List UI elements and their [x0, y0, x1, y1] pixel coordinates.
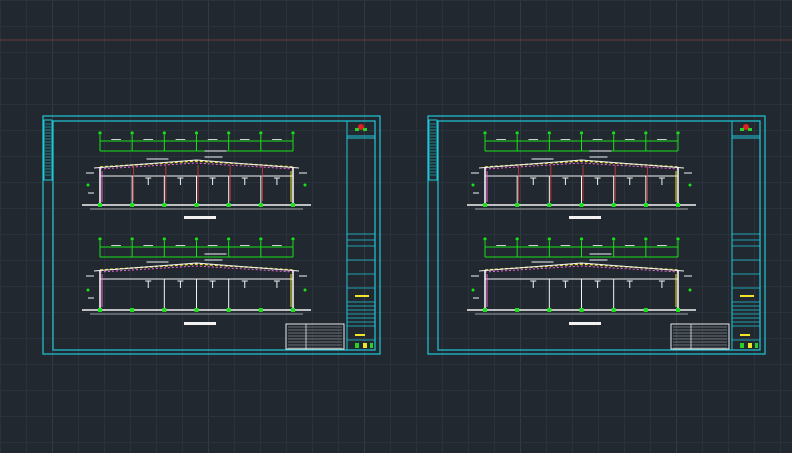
- level-marker: [688, 183, 692, 187]
- level-marker: [471, 183, 475, 187]
- drawing-number-stamp: [355, 334, 365, 336]
- column-base-node: [547, 308, 552, 312]
- axis-bubble: [676, 131, 680, 135]
- axis-bubble: [644, 237, 648, 241]
- cad-drawing-canvas[interactable]: [0, 0, 792, 453]
- roof-beam-top: [99, 263, 294, 271]
- axis-bubble: [259, 237, 263, 241]
- column-base-node: [611, 203, 616, 207]
- axis-bubble: [194, 131, 199, 135]
- roof-beam-bottom: [99, 162, 294, 170]
- column-base-node: [98, 203, 102, 207]
- sheet-mark: [370, 343, 373, 348]
- column-base-node: [162, 308, 167, 312]
- frame-section: [82, 131, 311, 210]
- axis-bubble: [227, 237, 231, 241]
- column-base-node: [98, 308, 102, 312]
- level-marker: [688, 288, 692, 292]
- level-marker: [303, 288, 307, 292]
- column-base-node: [547, 203, 552, 207]
- axis-bubble: [130, 131, 134, 135]
- sheet-inner-border: [52, 120, 376, 351]
- axis-bubble: [676, 237, 680, 241]
- axis-bubble: [644, 131, 648, 135]
- column-base-node: [291, 203, 295, 207]
- level-marker: [86, 288, 90, 292]
- sheet-mark: [363, 343, 367, 348]
- column-base-node: [258, 308, 263, 312]
- column-base-node: [226, 308, 231, 312]
- model-space-grid: [0, 0, 792, 453]
- axis-bubble: [291, 131, 295, 135]
- column-base-node: [579, 308, 584, 312]
- section-caption-bar: [184, 216, 216, 219]
- drawing-title-stamp: [740, 295, 754, 297]
- roof-beam-bottom: [484, 265, 679, 273]
- axis-bubble: [98, 131, 102, 135]
- axis-bubble: [162, 131, 166, 135]
- column-base-node: [130, 203, 135, 207]
- axis-bubble: [579, 131, 584, 135]
- sheet-mark: [755, 343, 758, 348]
- column-base-node: [483, 308, 487, 312]
- company-logo-icon: [355, 128, 359, 131]
- column-base-node: [611, 308, 616, 312]
- column-base-node: [676, 203, 680, 207]
- drawing-title-stamp: [355, 295, 369, 297]
- roof-beam-top: [484, 160, 679, 168]
- roof-beam-top: [484, 263, 679, 271]
- axis-bubble: [130, 237, 134, 241]
- sheet-mark: [355, 343, 359, 348]
- binding-strip: [428, 119, 438, 181]
- axis-bubble: [291, 237, 295, 241]
- column-base-node: [676, 308, 680, 312]
- sheet-mark: [740, 343, 744, 348]
- company-logo-icon: [740, 128, 744, 131]
- axis-bubble: [194, 237, 199, 241]
- column-base-node: [291, 308, 295, 312]
- drawing-number-stamp: [740, 334, 750, 336]
- column-base-node: [194, 308, 199, 312]
- roof-beam-bottom: [99, 265, 294, 273]
- column-base-node: [579, 203, 584, 207]
- axis-bubble: [579, 237, 584, 241]
- axis-bubble: [515, 237, 519, 241]
- axis-bubble: [547, 237, 551, 241]
- company-logo-icon: [363, 128, 367, 131]
- column-base-node: [483, 203, 487, 207]
- frame-section: [467, 237, 696, 315]
- column-base-node: [194, 203, 199, 207]
- axis-bubble: [483, 237, 487, 241]
- frame-section: [82, 237, 311, 315]
- column-base-node: [162, 203, 167, 207]
- frame-section: [467, 131, 696, 210]
- axis-bubble: [547, 131, 551, 135]
- roof-beam-bottom: [484, 162, 679, 170]
- column-base-node: [258, 203, 263, 207]
- section-caption-bar: [569, 216, 601, 219]
- axis-bubble: [483, 131, 487, 135]
- level-marker: [86, 183, 90, 187]
- axis-bubble: [227, 131, 231, 135]
- axis-bubble: [612, 131, 616, 135]
- sheet-mark: [748, 343, 752, 348]
- axis-bubble: [515, 131, 519, 135]
- roof-beam-top: [99, 160, 294, 168]
- axis-bubble: [259, 131, 263, 135]
- level-marker: [471, 288, 475, 292]
- column-base-node: [515, 308, 520, 312]
- column-base-node: [643, 308, 648, 312]
- section-caption-bar: [569, 322, 601, 325]
- axis-bubble: [98, 237, 102, 241]
- level-marker: [303, 183, 307, 187]
- company-logo-icon: [748, 128, 752, 131]
- column-base-node: [130, 308, 135, 312]
- axis-bubble: [162, 237, 166, 241]
- binding-strip: [43, 119, 53, 181]
- section-caption-bar: [184, 322, 216, 325]
- column-base-node: [515, 203, 520, 207]
- column-base-node: [643, 203, 648, 207]
- axis-bubble: [612, 237, 616, 241]
- column-base-node: [226, 203, 231, 207]
